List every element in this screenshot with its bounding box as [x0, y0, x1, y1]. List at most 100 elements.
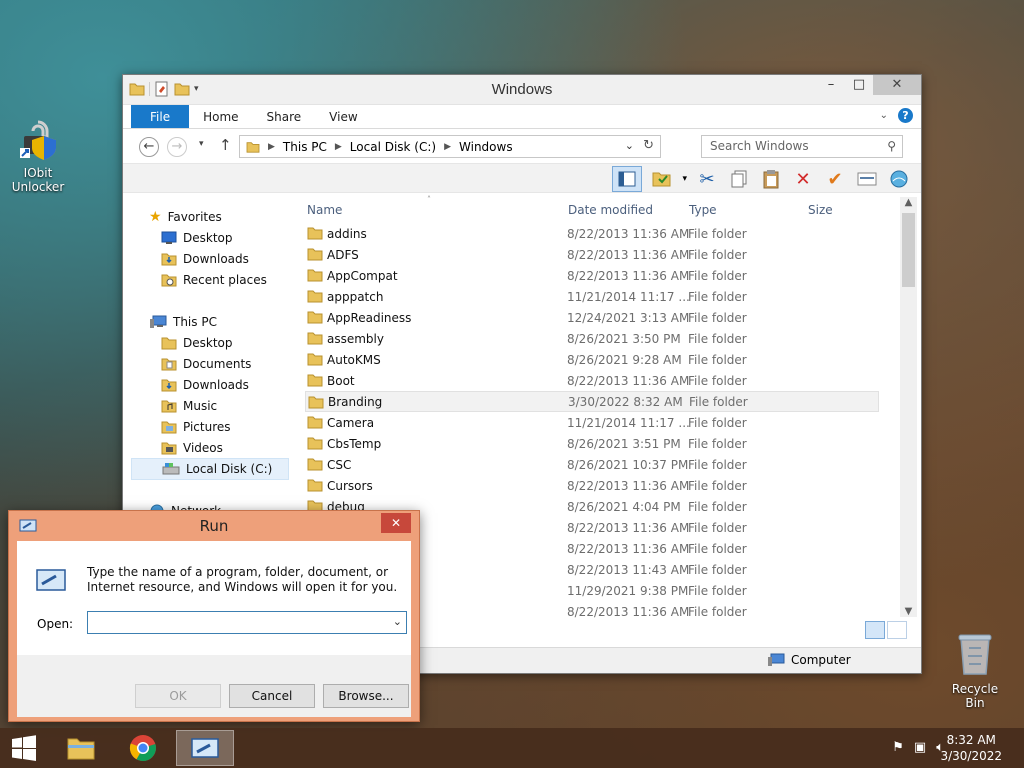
nav-fav-downloads[interactable]: Downloads — [161, 249, 249, 269]
chevron-right-icon[interactable]: ▶ — [444, 142, 451, 152]
forward-button[interactable]: → — [167, 137, 187, 157]
nav-fav-desktop[interactable]: Desktop — [161, 228, 233, 248]
back-button[interactable]: ← — [139, 137, 159, 157]
nav-fav-recent-places[interactable]: Recent places — [161, 270, 267, 290]
help-icon[interactable]: ? — [898, 108, 913, 123]
copy-icon[interactable] — [727, 167, 751, 191]
nav-this-pc[interactable]: This PC — [149, 312, 217, 332]
browse-button[interactable]: Browse... — [323, 684, 409, 708]
column-header-date[interactable]: Date modified — [568, 203, 653, 217]
preview-pane-icon[interactable] — [612, 166, 643, 192]
search-icon[interactable]: ⚲ — [887, 136, 896, 157]
videos-icon — [161, 442, 177, 455]
desktop-icon-iobit-unlocker[interactable]: IObit Unlocker — [6, 118, 70, 194]
window-controls: – □ ✕ — [817, 75, 921, 95]
chevron-right-icon[interactable]: ▶ — [335, 142, 342, 152]
start-button[interactable] — [0, 730, 48, 766]
chrome-icon — [129, 735, 156, 762]
table-row[interactable]: CbsTemp 8/26/2021 3:51 PM File folder — [305, 433, 879, 454]
scroll-down-icon[interactable]: ▼ — [900, 606, 917, 617]
expand-ribbon-icon[interactable]: ⌄ — [880, 110, 888, 121]
large-icons-view-icon[interactable] — [887, 621, 907, 639]
cut-icon[interactable]: ✂ — [695, 167, 719, 191]
folder-icon — [307, 290, 323, 303]
row-date: 8/22/2013 11:36 AM — [567, 226, 690, 241]
properties-icon[interactable] — [855, 167, 879, 191]
chevron-down-icon[interactable]: ▾ — [682, 174, 687, 184]
table-row[interactable]: AutoKMS 8/26/2021 9:28 AM File folder — [305, 349, 879, 370]
table-row[interactable]: Cursors 8/22/2013 11:36 AM File folder — [305, 475, 879, 496]
folder-icon — [307, 374, 323, 387]
tab-file[interactable]: File — [131, 105, 190, 128]
taskbar-file-explorer[interactable] — [52, 730, 110, 766]
minimize-button[interactable]: – — [817, 75, 845, 95]
ok-button[interactable]: OK — [135, 684, 221, 708]
address-segment-windows[interactable]: Windows — [459, 140, 513, 154]
delete-icon[interactable]: ✕ — [791, 167, 815, 191]
tab-view[interactable]: View — [315, 105, 371, 128]
folder-options-icon[interactable] — [650, 167, 674, 191]
column-header-type[interactable]: Type — [689, 203, 717, 217]
address-bar[interactable]: ▶ This PC ▶ Local Disk (C:) ▶ Windows ⌄ … — [239, 135, 661, 158]
network-globe-icon[interactable] — [887, 167, 911, 191]
nav-label: Downloads — [183, 378, 249, 392]
nav-pc-music[interactable]: Music — [161, 396, 217, 416]
scrollbar-thumb[interactable] — [902, 213, 915, 287]
column-header-name[interactable]: Name — [307, 203, 342, 217]
folder-icon — [161, 337, 177, 350]
nav-pc-downloads[interactable]: Downloads — [161, 375, 249, 395]
table-row[interactable]: apppatch 11/21/2014 11:17 ... File folder — [305, 286, 879, 307]
close-button[interactable]: ✕ — [873, 75, 921, 95]
table-row[interactable]: Boot 8/22/2013 11:36 AM File folder — [305, 370, 879, 391]
taskbar-chrome[interactable] — [114, 730, 172, 766]
nav-pc-videos[interactable]: Videos — [161, 438, 223, 458]
open-input[interactable]: ⌄ — [87, 611, 407, 634]
address-segment-this-pc[interactable]: This PC — [283, 140, 327, 154]
nav-pc-desktop[interactable]: Desktop — [161, 333, 233, 353]
up-button[interactable]: ↑ — [219, 136, 232, 154]
table-row[interactable]: CSC 8/26/2021 10:37 PM File folder — [305, 454, 879, 475]
table-row[interactable]: addins 8/22/2013 11:36 AM File folder — [305, 223, 879, 244]
row-name: AppCompat — [327, 268, 398, 283]
taskbar-run[interactable] — [176, 730, 234, 766]
search-input[interactable]: Search Windows ⚲ — [701, 135, 903, 158]
table-row[interactable]: ADFS 8/22/2013 11:36 AM File folder — [305, 244, 879, 265]
row-date: 8/22/2013 11:36 AM — [567, 247, 690, 262]
column-header-size[interactable]: Size — [808, 203, 833, 217]
search-placeholder: Search Windows — [710, 139, 809, 153]
desktop-icon-recycle-bin[interactable]: Recycle Bin — [942, 630, 1008, 710]
run-icon — [191, 738, 219, 758]
tab-share[interactable]: Share — [253, 105, 316, 128]
taskbar-clock[interactable]: 8:32 AM 3/30/2022 — [940, 732, 1002, 764]
vertical-scrollbar[interactable]: ▲ ▼ — [900, 197, 917, 617]
address-segment-local-disk[interactable]: Local Disk (C:) — [350, 140, 436, 154]
run-close-button[interactable]: ✕ — [381, 513, 411, 533]
refresh-icon[interactable]: ↻ — [643, 138, 654, 153]
details-view-icon[interactable] — [865, 621, 885, 639]
table-row[interactable]: assembly 8/26/2021 3:50 PM File folder — [305, 328, 879, 349]
table-row[interactable]: AppCompat 8/22/2013 11:36 AM File folder — [305, 265, 879, 286]
network-status-icon[interactable]: ▣ — [914, 740, 926, 755]
chevron-right-icon[interactable]: ▶ — [268, 142, 275, 152]
title-bar[interactable]: ▾ Windows – □ ✕ — [123, 75, 921, 105]
nav-pc-local-disk[interactable]: Local Disk (C:) — [131, 458, 289, 480]
maximize-button[interactable]: □ — [845, 75, 873, 95]
rename-check-icon[interactable]: ✔ — [823, 167, 847, 191]
recent-locations-icon[interactable]: ▾ — [199, 139, 204, 149]
paste-icon[interactable] — [759, 167, 783, 191]
row-date: 11/21/2014 11:17 ... — [567, 289, 690, 304]
action-center-flag-icon[interactable]: ⚑ — [892, 740, 904, 755]
address-dropdown-icon[interactable]: ⌄ — [625, 139, 634, 152]
cancel-button[interactable]: Cancel — [229, 684, 315, 708]
table-row[interactable]: AppReadiness 12/24/2021 3:13 AM File folde… — [305, 307, 879, 328]
table-row[interactable]: Branding 3/30/2022 8:32 AM File folder — [305, 391, 879, 412]
tab-home[interactable]: Home — [189, 105, 252, 128]
scroll-up-icon[interactable]: ▲ — [900, 197, 917, 208]
nav-favorites[interactable]: ★ Favorites — [149, 207, 222, 227]
nav-pc-pictures[interactable]: Pictures — [161, 417, 231, 437]
table-row[interactable]: Camera 11/21/2014 11:17 ... File folder — [305, 412, 879, 433]
chevron-down-icon[interactable]: ⌄ — [393, 615, 402, 628]
taskbar: ⚑ ▣ 🔈︎ 8:32 AM 3/30/2022 — [0, 728, 1024, 768]
run-dialog[interactable]: Run ✕ Type the name of a program, folder… — [8, 510, 420, 722]
nav-pc-documents[interactable]: Documents — [161, 354, 251, 374]
